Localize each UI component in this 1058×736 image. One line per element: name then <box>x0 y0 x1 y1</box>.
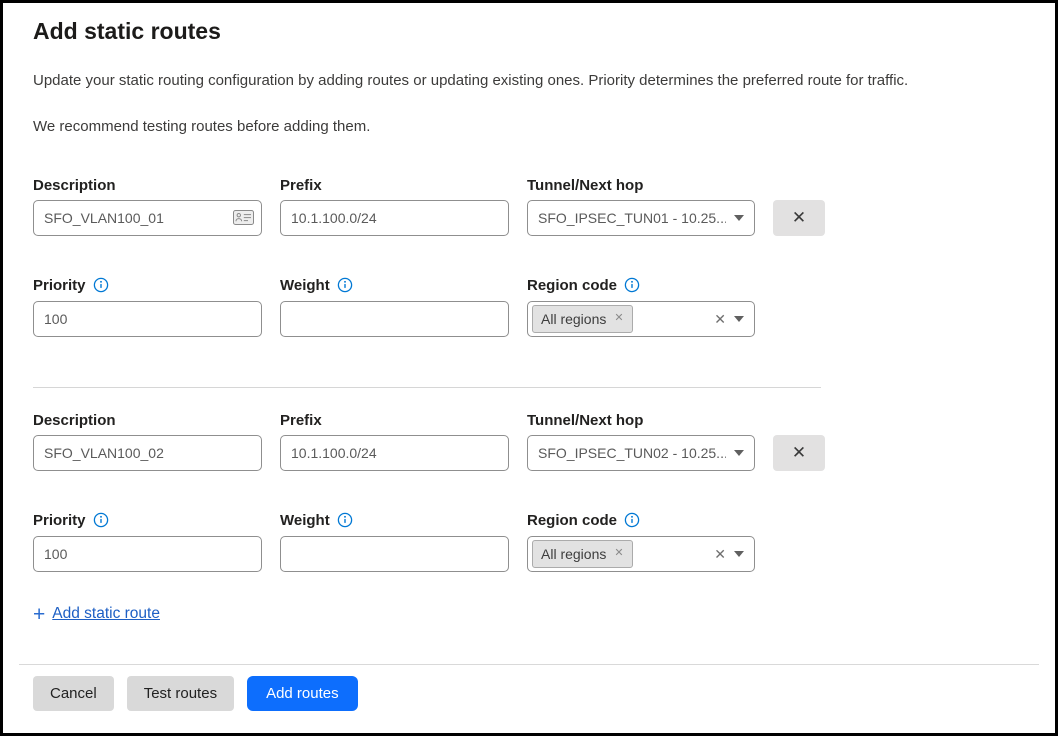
region-tag-label: All regions <box>541 546 606 562</box>
tunnel-next-hop-label: Tunnel/Next hop <box>527 177 755 194</box>
chevron-down-icon <box>734 450 744 456</box>
add-static-route-row: + Add static route <box>33 604 1025 625</box>
region-code-label: Region code <box>527 512 755 529</box>
tunnel-next-hop-select[interactable]: SFO_IPSEC_TUN02 - 10.25... <box>527 435 755 471</box>
priority-label: Priority <box>33 512 262 529</box>
priority-label: Priority <box>33 277 262 294</box>
tunnel-selected-value: SFO_IPSEC_TUN01 - 10.25... <box>538 210 726 226</box>
page-title: Add static routes <box>33 18 1025 45</box>
info-icon[interactable] <box>337 277 353 293</box>
plus-icon: + <box>33 604 45 625</box>
intro-text-line2: We recommend testing routes before addin… <box>33 118 1025 137</box>
description-input[interactable] <box>33 435 262 471</box>
tag-remove-icon[interactable]: ✕ <box>614 548 623 559</box>
contact-card-icon[interactable] <box>233 210 254 225</box>
prefix-label: Prefix <box>280 412 509 429</box>
description-label: Description <box>33 412 262 429</box>
info-icon[interactable] <box>93 277 109 293</box>
region-code-label: Region code <box>527 277 755 294</box>
tunnel-selected-value: SFO_IPSEC_TUN02 - 10.25... <box>538 445 726 461</box>
weight-label: Weight <box>280 277 509 294</box>
clear-selection-icon[interactable]: ✕ <box>714 547 726 561</box>
dialog-footer: Cancel Test routes Add routes <box>3 664 1055 711</box>
prefix-label: Prefix <box>280 177 509 194</box>
tunnel-next-hop-select[interactable]: SFO_IPSEC_TUN01 - 10.25... <box>527 200 755 236</box>
region-tag: All regions ✕ <box>532 305 633 333</box>
clear-selection-icon[interactable]: ✕ <box>714 312 726 326</box>
chevron-down-icon <box>734 551 744 557</box>
prefix-input[interactable] <box>280 435 509 471</box>
info-icon[interactable] <box>624 512 640 528</box>
description-input[interactable] <box>33 200 262 236</box>
priority-input[interactable] <box>33 301 262 337</box>
priority-input[interactable] <box>33 536 262 572</box>
region-code-multiselect[interactable]: All regions ✕ ✕ <box>527 301 755 337</box>
tunnel-next-hop-label: Tunnel/Next hop <box>527 412 755 429</box>
info-icon[interactable] <box>624 277 640 293</box>
weight-input[interactable] <box>280 536 509 572</box>
remove-route-button[interactable]: ✕ <box>773 435 825 471</box>
cancel-button[interactable]: Cancel <box>33 676 114 711</box>
add-routes-button[interactable]: Add routes <box>247 676 358 711</box>
remove-route-button[interactable]: ✕ <box>773 200 825 236</box>
region-tag: All regions ✕ <box>532 540 633 568</box>
info-icon[interactable] <box>337 512 353 528</box>
weight-input[interactable] <box>280 301 509 337</box>
weight-label: Weight <box>280 512 509 529</box>
add-static-routes-dialog: Add static routes Update your static rou… <box>0 0 1058 736</box>
info-icon[interactable] <box>93 512 109 528</box>
route-entry-2: Description Prefix Tunnel/Next hop SFO_I… <box>33 412 1025 572</box>
description-label: Description <box>33 177 262 194</box>
chevron-down-icon <box>734 215 744 221</box>
entry-divider <box>33 387 821 388</box>
prefix-input[interactable] <box>280 200 509 236</box>
route-entry-1: Description Prefix Tunnel/Next hop <box>33 177 1025 337</box>
intro-text-line1: Update your static routing configuration… <box>33 72 1025 91</box>
tag-remove-icon[interactable]: ✕ <box>614 313 623 324</box>
routes-form: Description Prefix Tunnel/Next hop <box>33 177 1025 625</box>
add-static-route-link[interactable]: Add static route <box>52 605 160 623</box>
region-code-multiselect[interactable]: All regions ✕ ✕ <box>527 536 755 572</box>
chevron-down-icon <box>734 316 744 322</box>
test-routes-button[interactable]: Test routes <box>127 676 234 711</box>
region-tag-label: All regions <box>541 311 606 327</box>
